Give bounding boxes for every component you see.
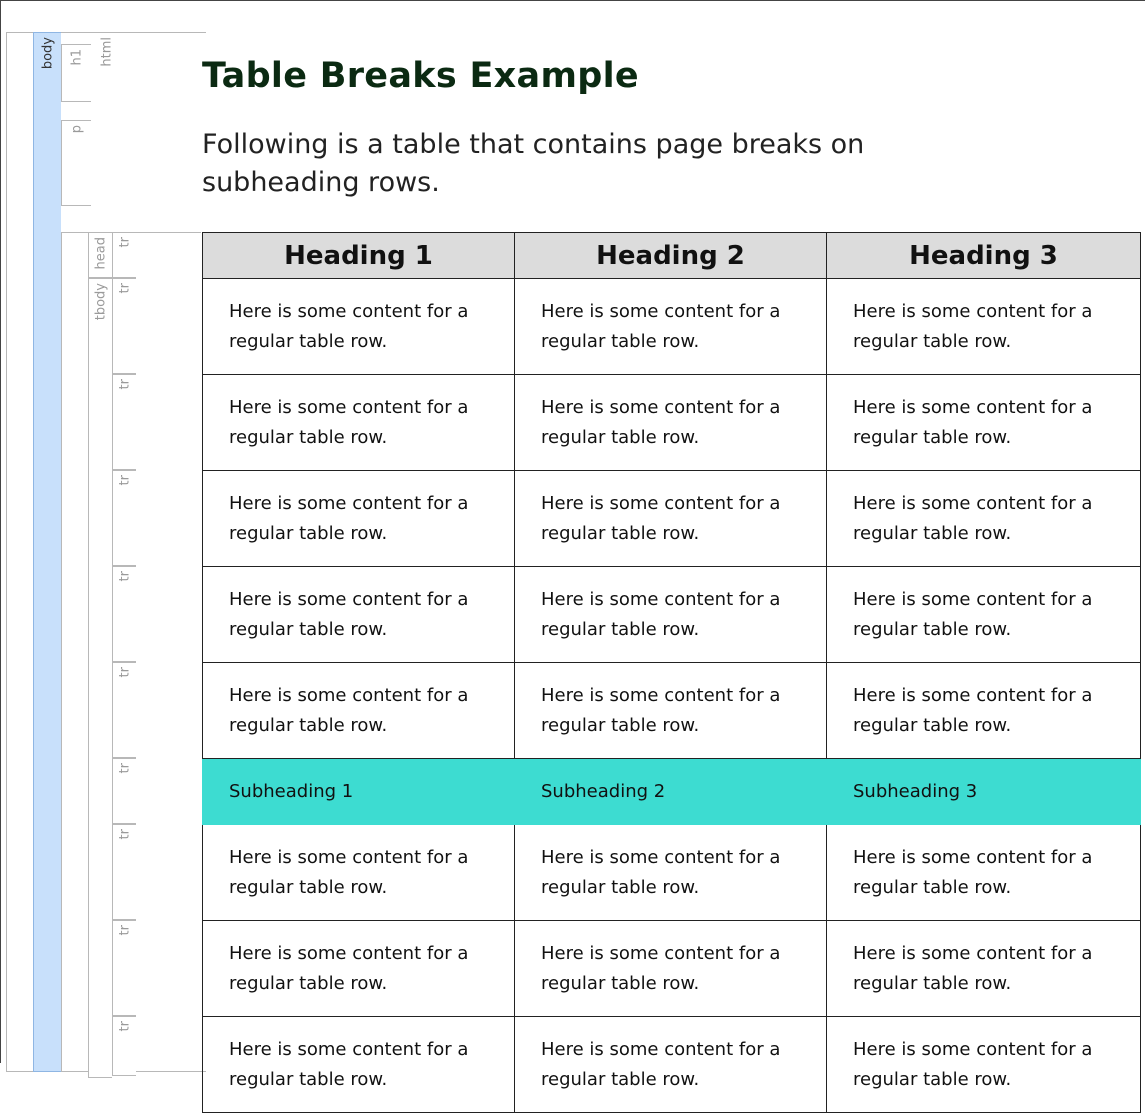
table-cell: Here is some content for a regular table… xyxy=(202,920,515,1017)
table-row: Here is some content for a regular table… xyxy=(202,662,1141,759)
tag-tr-label: tr xyxy=(117,763,132,774)
table-cell: Here is some content for a regular table… xyxy=(202,662,515,759)
tag-tr[interactable]: tr xyxy=(112,278,136,374)
table-cell: Here is some content for a regular table… xyxy=(202,470,515,567)
tag-tbody[interactable]: tbody xyxy=(88,278,112,1078)
tag-tr-label: tr xyxy=(117,475,132,486)
table-head: Heading 1 Heading 2 Heading 3 xyxy=(202,232,1141,279)
window-top-edge xyxy=(0,0,1145,8)
table-cell: Here is some content for a regular table… xyxy=(826,920,1141,1017)
table-cell: Here is some content for a regular table… xyxy=(202,1016,515,1113)
tag-tr[interactable]: tr xyxy=(112,662,136,758)
tag-thead-label: head xyxy=(93,237,108,270)
tag-thead[interactable]: head xyxy=(88,232,112,278)
table-cell: Here is some content for a regular table… xyxy=(826,374,1141,471)
breaks-table: Heading 1 Heading 2 Heading 3 Here is so… xyxy=(202,232,1141,1113)
subheading-cell: Subheading 1 xyxy=(202,758,515,825)
column-header: Heading 2 xyxy=(514,232,827,279)
table-cell: Here is some content for a regular table… xyxy=(826,278,1141,375)
tag-tr-label: tr xyxy=(117,571,132,582)
tag-p[interactable]: p xyxy=(61,120,91,206)
header-row: Heading 1 Heading 2 Heading 3 xyxy=(202,232,1141,279)
tag-body-label: body xyxy=(40,37,55,70)
tag-tr[interactable]: tr xyxy=(112,374,136,470)
tag-p-label: p xyxy=(69,125,84,134)
table-row: Here is some content for a regular table… xyxy=(202,278,1141,375)
table-cell: Here is some content for a regular table… xyxy=(514,662,827,759)
table-cell: Here is some content for a regular table… xyxy=(826,824,1141,921)
tag-tr-label: tr xyxy=(117,237,132,248)
tag-tr-label: tr xyxy=(117,1021,132,1032)
tag-tr[interactable]: tr xyxy=(112,824,136,920)
table-cell: Here is some content for a regular table… xyxy=(826,470,1141,567)
tag-tr[interactable]: tr xyxy=(112,566,136,662)
tag-tr-label: tr xyxy=(117,829,132,840)
table-row: Here is some content for a regular table… xyxy=(202,1016,1141,1113)
page-title: Table Breaks Example xyxy=(202,56,639,96)
subheading-row: Subheading 1 Subheading 2 Subheading 3 xyxy=(202,758,1141,825)
tag-tr-label: tr xyxy=(117,379,132,390)
tag-h1[interactable]: h1 xyxy=(61,44,91,102)
tag-tr-label: tr xyxy=(117,283,132,294)
window-left-edge xyxy=(0,0,1,1063)
tag-body[interactable]: body xyxy=(33,32,61,1072)
table-cell: Here is some content for a regular table… xyxy=(514,1016,827,1113)
table-cell: Here is some content for a regular table… xyxy=(202,824,515,921)
tag-tr[interactable]: tr xyxy=(112,232,136,278)
table-cell: Here is some content for a regular table… xyxy=(514,278,827,375)
tag-h1-label: h1 xyxy=(69,49,84,66)
table-cell: Here is some content for a regular table… xyxy=(826,1016,1141,1113)
table-cell: Here is some content for a regular table… xyxy=(826,566,1141,663)
table-row: Here is some content for a regular table… xyxy=(202,824,1141,921)
table-cell: Here is some content for a regular table… xyxy=(826,662,1141,759)
table-row: Here is some content for a regular table… xyxy=(202,566,1141,663)
tag-tr[interactable]: tr xyxy=(112,1016,136,1076)
table-cell: Here is some content for a regular table… xyxy=(514,470,827,567)
intro-paragraph: Following is a table that contains page … xyxy=(202,129,865,198)
table-cell: Here is some content for a regular table… xyxy=(202,374,515,471)
tag-tr[interactable]: tr xyxy=(112,920,136,1016)
table-row: Here is some content for a regular table… xyxy=(202,470,1141,567)
table-row: Here is some content for a regular table… xyxy=(202,920,1141,1017)
tag-html-label: html xyxy=(99,37,114,67)
tag-tr[interactable]: tr xyxy=(112,470,136,566)
tag-tr[interactable]: tr xyxy=(112,758,136,824)
table-row: Here is some content for a regular table… xyxy=(202,374,1141,471)
table-cell: Here is some content for a regular table… xyxy=(514,824,827,921)
tag-tr-label: tr xyxy=(117,925,132,936)
tag-tbody-label: tbody xyxy=(93,283,108,321)
table-cell: Here is some content for a regular table… xyxy=(514,374,827,471)
table-cell: Here is some content for a regular table… xyxy=(202,278,515,375)
table-cell: Here is some content for a regular table… xyxy=(514,566,827,663)
table-cell: Here is some content for a regular table… xyxy=(202,566,515,663)
table-cell: Here is some content for a regular table… xyxy=(514,920,827,1017)
subheading-cell: Subheading 3 xyxy=(826,758,1141,825)
tag-tr-label: tr xyxy=(117,667,132,678)
table-body: Here is some content for a regular table… xyxy=(202,278,1141,1113)
column-header: Heading 1 xyxy=(202,232,515,279)
column-header: Heading 3 xyxy=(826,232,1141,279)
subheading-cell: Subheading 2 xyxy=(514,758,827,825)
